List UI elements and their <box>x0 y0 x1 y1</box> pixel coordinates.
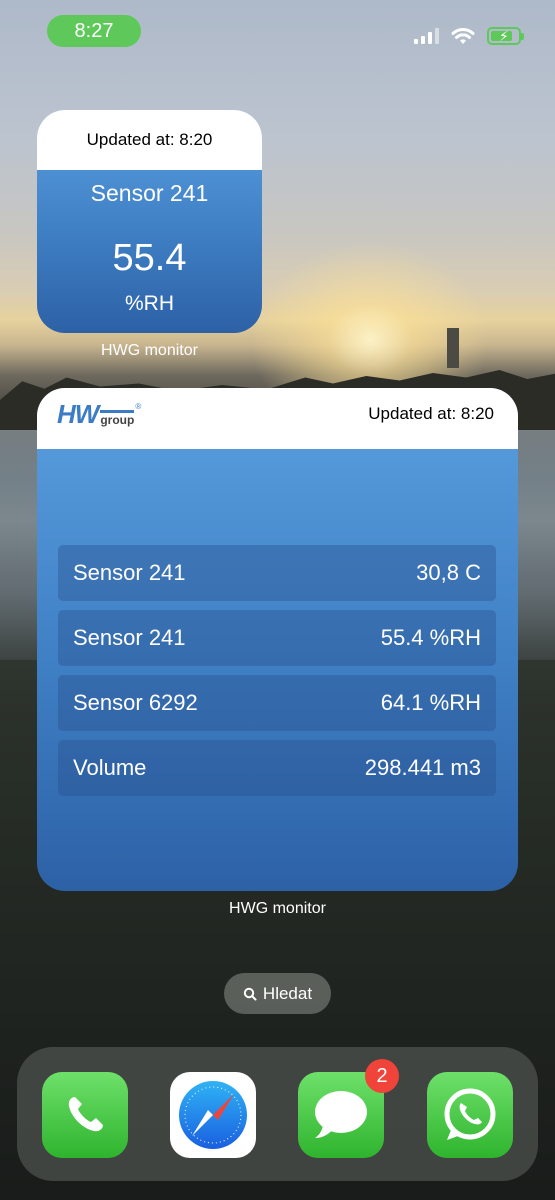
small-widget-unit: %RH <box>124 292 174 315</box>
logo-hw-text: HW <box>57 399 99 429</box>
sensor-list: Sensor 241 30,8 C Sensor 241 55.4 %RH Se… <box>58 545 496 805</box>
phone-icon <box>68 1097 103 1132</box>
safari-icon <box>179 1081 247 1149</box>
large-widget-updated: Updated at: 8:20 <box>368 404 494 423</box>
sensor-row-value: 298.441 m3 <box>364 755 481 780</box>
small-widget-app-label: HWG monitor <box>101 342 198 359</box>
sensor-row-value: 64.1 %RH <box>380 690 481 715</box>
whatsapp-icon <box>444 1088 496 1140</box>
wifi-icon <box>451 28 475 44</box>
whatsapp-app[interactable] <box>427 1072 513 1158</box>
search-label: Hledat <box>262 983 313 1003</box>
small-widget-value: 55.4 <box>112 237 187 279</box>
safari-app[interactable] <box>170 1072 256 1158</box>
messages-icon <box>315 1091 367 1138</box>
large-sensor-widget[interactable]: HW group ® Updated at: 8:20 Sensor 241 3… <box>37 388 518 891</box>
wallpaper-tower <box>447 328 459 368</box>
large-widget-header: HW group ® Updated at: 8:20 <box>37 388 518 449</box>
sensor-row-name: Sensor 6292 <box>73 690 198 715</box>
sensor-row[interactable]: Sensor 241 55.4 %RH <box>58 610 496 666</box>
status-time[interactable]: 8:27 <box>47 15 141 47</box>
logo-group-text: group <box>100 410 135 426</box>
status-icons: ⚡ <box>414 24 524 48</box>
phone-app[interactable] <box>42 1072 128 1158</box>
sensor-row-value: 30,8 C <box>416 560 481 585</box>
large-widget-app-label: HWG monitor <box>229 900 326 917</box>
small-widget-sensor-name: Sensor 241 <box>90 180 209 206</box>
battery-charging-icon: ⚡ <box>487 27 524 45</box>
sensor-row-value: 55.4 %RH <box>380 625 481 650</box>
logo-registered-mark: ® <box>135 402 142 411</box>
messages-badge: 2 <box>365 1059 399 1093</box>
sensor-row[interactable]: Volume 298.441 m3 <box>58 740 496 796</box>
search-icon <box>243 987 257 1000</box>
small-widget-header: Updated at: 8:20 <box>37 110 262 170</box>
sensor-row-name: Sensor 241 <box>73 625 186 650</box>
sensor-row[interactable]: Sensor 6292 64.1 %RH <box>58 675 496 731</box>
hwgroup-logo: HW group ® <box>57 399 142 429</box>
sensor-row-name: Sensor 241 <box>73 560 186 585</box>
search-button[interactable]: Hledat <box>224 973 331 1014</box>
small-sensor-widget[interactable]: Updated at: 8:20 Sensor 241 55.4 %RH <box>37 110 262 333</box>
sensor-row[interactable]: Sensor 241 30,8 C <box>58 545 496 601</box>
sensor-row-name: Volume <box>73 755 147 780</box>
small-widget-updated: Updated at: 8:20 <box>86 130 213 149</box>
cellular-signal-icon <box>414 28 439 44</box>
